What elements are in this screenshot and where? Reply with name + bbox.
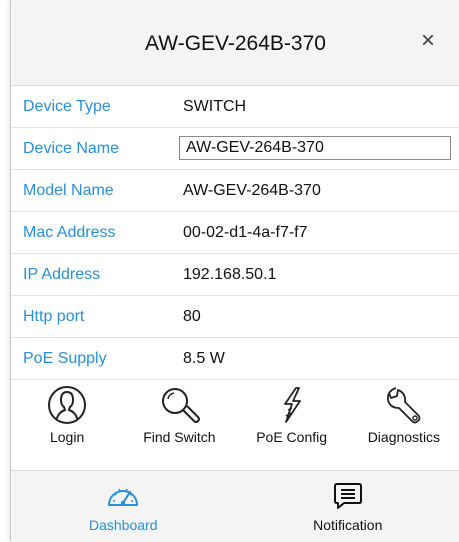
device-name-label: Device Name bbox=[23, 140, 119, 158]
device-type-label: Device Type bbox=[23, 98, 111, 116]
device-type-value: SWITCH bbox=[183, 98, 246, 116]
http-port-value: 80 bbox=[183, 308, 201, 326]
device-type-row: Device Type SWITCH bbox=[11, 86, 459, 128]
login-button[interactable]: Login bbox=[11, 374, 123, 456]
user-icon bbox=[45, 384, 89, 426]
close-icon[interactable]: × bbox=[416, 29, 440, 53]
mac-address-row: Mac Address 00-02-d1-4a-f7-f7 bbox=[11, 212, 459, 254]
magnifier-icon bbox=[157, 384, 201, 426]
ip-address-label: IP Address bbox=[23, 266, 100, 284]
http-port-label: Http port bbox=[23, 308, 84, 326]
poe-supply-value: 8.5 W bbox=[183, 350, 225, 368]
poe-config-label: PoE Config bbox=[256, 429, 327, 445]
device-name-input[interactable] bbox=[179, 136, 451, 160]
dialog-title: AW-GEV-264B-370 bbox=[11, 32, 459, 56]
mac-address-value: 00-02-d1-4a-f7-f7 bbox=[183, 224, 308, 242]
model-name-value: AW-GEV-264B-370 bbox=[183, 182, 321, 200]
lightning-icon bbox=[270, 384, 314, 426]
tab-dashboard-label: Dashboard bbox=[89, 517, 158, 533]
dialog-header: AW-GEV-264B-370 × bbox=[11, 0, 459, 86]
poe-config-button[interactable]: PoE Config bbox=[236, 374, 348, 456]
http-port-row: Http port 80 bbox=[11, 296, 459, 338]
find-switch-label: Find Switch bbox=[143, 429, 215, 445]
device-name-row: Device Name bbox=[11, 128, 459, 170]
speedometer-icon bbox=[105, 481, 141, 511]
message-icon bbox=[330, 481, 366, 511]
bottom-tab-bar: Dashboard Notification bbox=[11, 470, 459, 542]
tab-notification[interactable]: Notification bbox=[236, 471, 459, 542]
diagnostics-label: Diagnostics bbox=[368, 429, 440, 445]
ip-address-value: 192.168.50.1 bbox=[183, 266, 276, 284]
model-name-label: Model Name bbox=[23, 182, 114, 200]
diagnostics-button[interactable]: Diagnostics bbox=[348, 374, 459, 456]
model-name-row: Model Name AW-GEV-264B-370 bbox=[11, 170, 459, 212]
device-info-list: Device Type SWITCH Device Name Model Nam… bbox=[11, 86, 459, 380]
wrench-icon bbox=[382, 384, 426, 426]
device-details-panel: AW-GEV-264B-370 × Device Type SWITCH Dev… bbox=[10, 0, 459, 541]
mac-address-label: Mac Address bbox=[23, 224, 115, 242]
tab-notification-label: Notification bbox=[313, 517, 382, 533]
tab-dashboard[interactable]: Dashboard bbox=[11, 471, 236, 542]
ip-address-row: IP Address 192.168.50.1 bbox=[11, 254, 459, 296]
find-switch-button[interactable]: Find Switch bbox=[123, 374, 235, 456]
login-label: Login bbox=[50, 429, 84, 445]
action-bar: Login Find Switch PoE Config Diagnostics bbox=[11, 374, 459, 456]
poe-supply-label: PoE Supply bbox=[23, 350, 107, 368]
